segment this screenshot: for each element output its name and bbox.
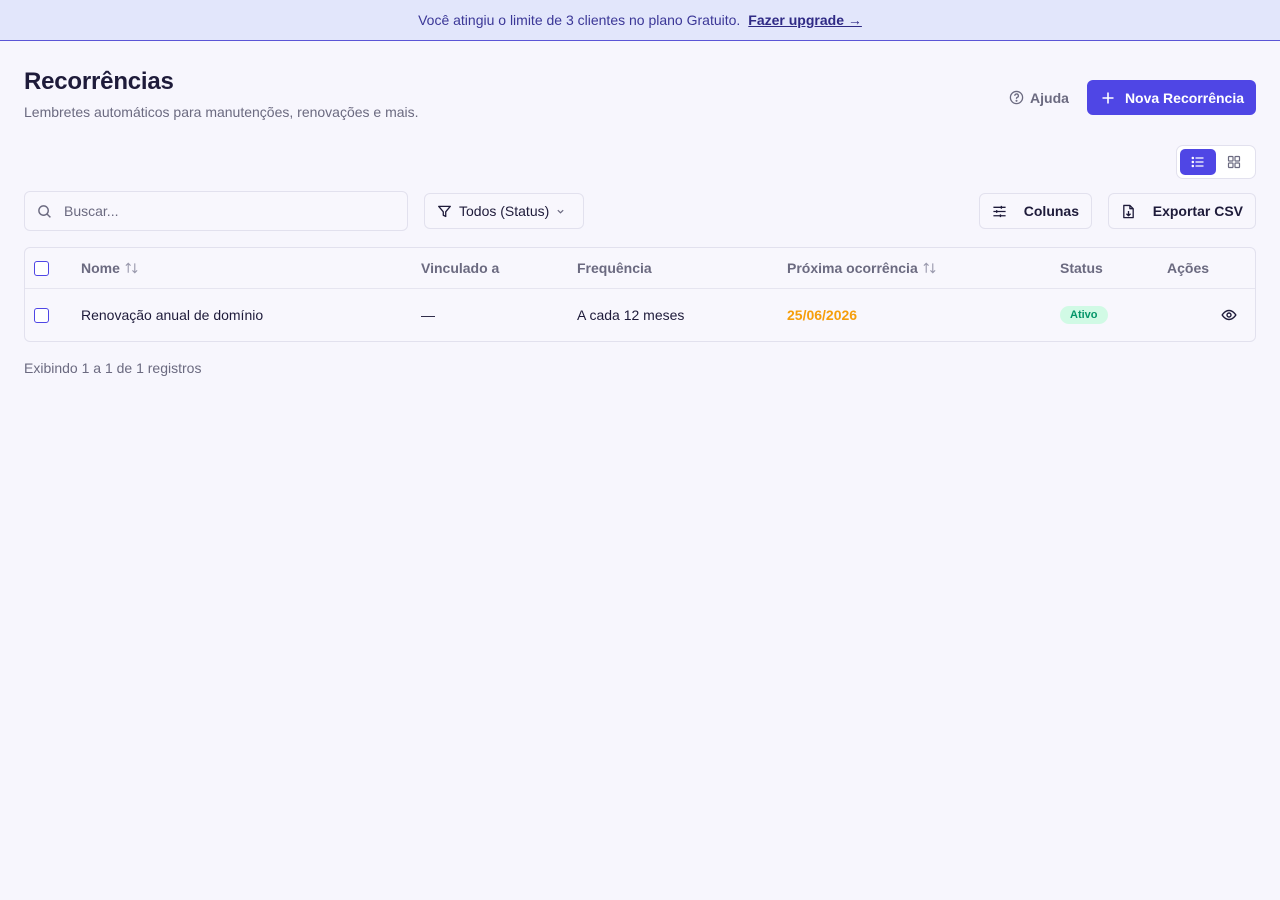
list-icon <box>1191 156 1204 168</box>
view-toggle <box>1176 145 1256 179</box>
search-box <box>24 191 408 231</box>
status-badge: Ativo <box>1060 306 1108 324</box>
search-icon <box>38 204 51 218</box>
upgrade-banner: Você atingiu o limite de 3 clientes no p… <box>0 0 1280 41</box>
column-header-acoes: Ações <box>1167 248 1209 288</box>
status-filter-dropdown[interactable]: Todos (Status) <box>424 193 584 229</box>
grid-icon <box>1227 155 1241 169</box>
filter-icon <box>438 205 451 217</box>
grid-view-button[interactable] <box>1216 149 1252 175</box>
pagination-summary: Exibindo 1 a 1 de 1 registros <box>24 360 202 376</box>
new-recurrence-button[interactable]: Nova Recorrência <box>1086 80 1256 115</box>
plus-icon <box>1102 92 1114 103</box>
help-circle-icon <box>1009 90 1024 105</box>
columns-button[interactable]: Colunas <box>979 193 1092 229</box>
file-download-icon <box>1123 204 1134 218</box>
page-title: Recorrências <box>24 68 174 95</box>
export-csv-button[interactable]: Exportar CSV <box>1108 193 1256 229</box>
eye-icon <box>1221 309 1237 321</box>
table-toolbar: Todos (Status) Colunas Exportar CSV <box>24 191 1256 231</box>
recurrences-table: Nome Vinculado a Frequência Próxima ocor… <box>24 247 1256 342</box>
cell-proxima-ocorrencia: 25/06/2026 <box>787 307 858 323</box>
banner-message: Você atingiu o limite de 3 clientes no p… <box>418 12 741 28</box>
column-header-label: Vinculado a <box>421 260 500 276</box>
list-view-button[interactable] <box>1180 149 1216 175</box>
row-checkbox[interactable] <box>34 307 49 323</box>
column-header-proxima[interactable]: Próxima ocorrência <box>787 248 937 288</box>
view-action-button[interactable] <box>1221 289 1237 341</box>
help-button[interactable]: Ajuda <box>1009 90 1069 106</box>
column-header-status: Status <box>1060 248 1103 288</box>
column-header-label: Nome <box>81 260 120 276</box>
sliders-icon <box>993 205 1006 217</box>
table-row[interactable]: Renovação anual de domínio — A cada 12 m… <box>25 289 1255 341</box>
cell-frequencia: A cada 12 meses <box>577 307 685 323</box>
new-recurrence-label: Nova Recorrência <box>1124 89 1244 106</box>
page-subtitle: Lembretes automáticos para manutenções, … <box>24 104 419 120</box>
column-header-label: Ações <box>1167 260 1210 276</box>
column-header-label: Próxima ocorrência <box>787 260 918 276</box>
column-header-label: Frequência <box>577 260 652 276</box>
column-header-vinculado: Vinculado a <box>421 248 499 288</box>
sort-icon <box>923 262 936 274</box>
chevron-down-icon <box>557 209 564 214</box>
help-label: Ajuda <box>1030 89 1069 106</box>
columns-label: Colunas <box>1023 203 1079 219</box>
page-header: Recorrências Lembretes automáticos para … <box>24 68 1256 120</box>
column-header-label: Status <box>1060 260 1103 276</box>
table-header: Nome Vinculado a Frequência Próxima ocor… <box>25 248 1255 289</box>
cell-nome: Renovação anual de domínio <box>81 307 264 323</box>
sort-icon <box>125 262 138 274</box>
select-all-checkbox[interactable] <box>34 260 49 276</box>
cell-vinculado: — <box>421 307 435 323</box>
column-header-nome[interactable]: Nome <box>81 248 139 288</box>
status-filter-label: Todos (Status) <box>459 203 550 219</box>
column-header-frequencia: Frequência <box>577 248 652 288</box>
search-input[interactable] <box>64 203 384 219</box>
export-label: Exportar CSV <box>1152 203 1243 219</box>
upgrade-link[interactable]: Fazer upgrade → <box>748 12 862 28</box>
